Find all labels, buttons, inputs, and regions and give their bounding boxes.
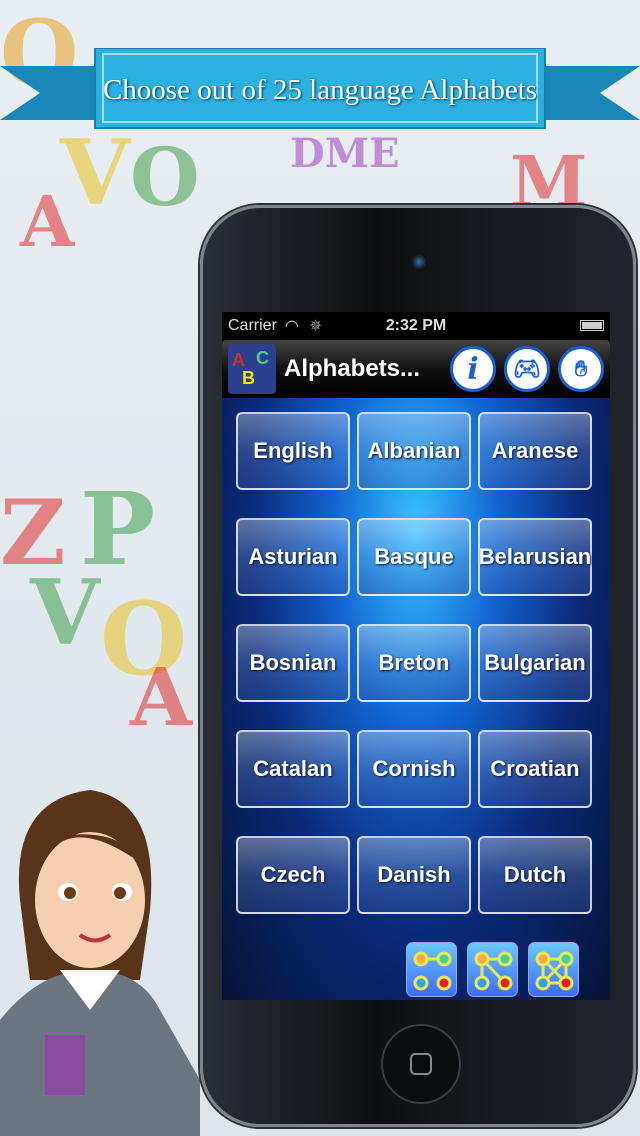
logo-letter: C <box>256 348 269 368</box>
status-time: 2:32 PM <box>385 317 447 334</box>
decorative-letter: O <box>130 130 200 224</box>
teacher-illustration <box>0 790 200 1136</box>
language-button-aranese[interactable]: Aranese <box>478 412 592 490</box>
logo-letter: B <box>242 368 255 388</box>
puzzle-mode-button[interactable] <box>528 942 579 997</box>
language-button-danish[interactable]: Danish <box>357 836 471 914</box>
language-grid: English Albanian Aranese Asturian Basque Bela… <box>236 412 592 914</box>
connect-dots-1-icon <box>413 951 452 991</box>
language-button-english[interactable]: English <box>236 412 350 490</box>
language-button-cornish[interactable]: Cornish <box>357 730 471 808</box>
app-logo: A B C <box>228 344 276 394</box>
info-icon: i <box>467 351 479 387</box>
nav-bar: A B C Alphabets... i 🎮︎ ✋︎ <box>222 340 610 398</box>
language-button-bosnian[interactable]: Bosnian <box>236 624 350 702</box>
decorative-letter: DME <box>290 130 400 177</box>
camera-icon <box>411 254 427 270</box>
gamepad-icon: 🎮︎ <box>513 356 541 382</box>
connect-dots-3-icon <box>535 951 574 991</box>
language-button-asturian[interactable]: Asturian <box>236 518 350 596</box>
donate-button[interactable]: ✋︎ <box>558 346 604 392</box>
language-area: English Albanian Aranese Asturian Basque Bela… <box>222 398 610 1000</box>
puzzle-mode-button[interactable] <box>467 942 518 997</box>
language-button-catalan[interactable]: Catalan <box>236 730 350 808</box>
puzzle-toolbar <box>406 942 579 997</box>
home-button[interactable] <box>381 1024 461 1104</box>
status-bar: Carrier ◠ ✵ 2:32 PM <box>222 312 610 340</box>
language-button-dutch[interactable]: Dutch <box>478 836 592 914</box>
games-button[interactable]: 🎮︎ <box>504 346 550 392</box>
decorative-letter: A <box>130 650 193 744</box>
language-button-bulgarian[interactable]: Bulgarian <box>478 624 592 702</box>
language-button-basque[interactable]: Basque <box>357 518 471 596</box>
language-button-czech[interactable]: Czech <box>236 836 350 914</box>
connect-dots-2-icon <box>474 951 513 991</box>
decorative-letter: A <box>20 180 75 263</box>
info-button[interactable]: i <box>450 346 496 392</box>
language-button-belarusian[interactable]: Belarusian <box>478 518 592 596</box>
language-button-albanian[interactable]: Albanian <box>357 412 471 490</box>
language-button-breton[interactable]: Breton <box>357 624 471 702</box>
nav-title: Alphabets... <box>284 355 421 382</box>
hand-plant-icon: ✋︎ <box>574 356 588 382</box>
banner-text: Choose out of 25 language Alphabets <box>102 74 538 106</box>
phone-screen: Carrier ◠ ✵ 2:32 PM A B C Alphabets... i… <box>222 312 610 1000</box>
puzzle-mode-button[interactable] <box>406 942 457 997</box>
battery-icon <box>580 320 604 331</box>
decorative-letter: V <box>30 560 100 666</box>
language-button-croatian[interactable]: Croatian <box>478 730 592 808</box>
